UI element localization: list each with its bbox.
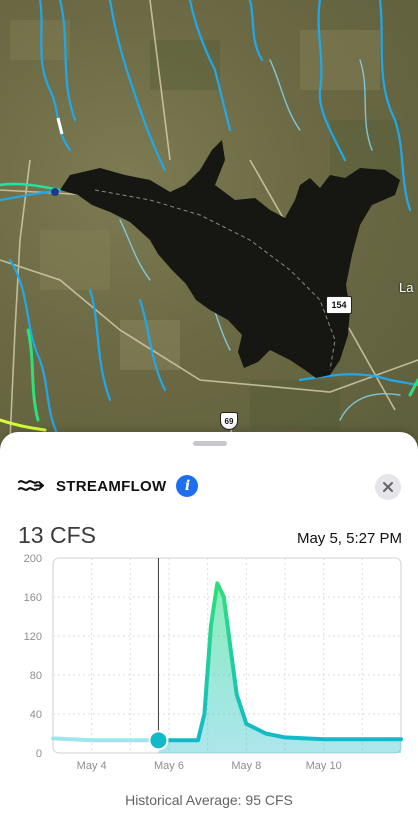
streamflow-icon (18, 480, 44, 491)
y-tick-label: 200 (24, 553, 42, 565)
panel-title: STREAMFLOW (56, 477, 167, 495)
satellite-map[interactable]: 154 69 La (0, 0, 418, 450)
y-axis-ticks: 0 40 80 120 160 200 (24, 553, 42, 760)
streamflow-chart[interactable]: 0 40 80 120 160 200 May 4 May 6 May 8 May 10 (0, 550, 418, 780)
y-tick-label: 80 (30, 670, 42, 682)
close-icon (383, 482, 393, 492)
map-layer (0, 0, 418, 450)
sheet-grabber[interactable] (193, 441, 227, 446)
panel-header: STREAMFLOW i (18, 474, 199, 498)
reading-timestamp: May 5, 5:27 PM (296, 530, 402, 547)
x-tick-label: May 8 (231, 760, 261, 772)
y-tick-label: 0 (36, 748, 42, 760)
x-tick-label: May 6 (154, 760, 184, 772)
x-tick-label: May 10 (306, 760, 342, 772)
y-tick-label: 40 (30, 709, 42, 721)
info-icon: i (184, 478, 191, 494)
map-marker (51, 188, 59, 196)
observed-flow-line (51, 736, 161, 743)
info-button[interactable]: i (176, 475, 199, 497)
map-place-label: La (399, 280, 414, 295)
streamflow-panel: STREAMFLOW i 13 CFS May 5, 5:27 PM 0 40 80… (0, 432, 418, 820)
close-button[interactable] (375, 474, 401, 500)
x-axis-ticks: May 4 May 6 May 8 May 10 (77, 760, 342, 772)
route-69-shield: 69 (220, 412, 238, 430)
current-flow-value: 13 CFS (18, 522, 96, 548)
current-value-dot (148, 730, 169, 751)
y-tick-label: 160 (24, 592, 42, 604)
historical-average: Historical Average: 95 CFS (125, 792, 293, 808)
route-154-shield: 154 (326, 296, 352, 314)
x-tick-label: May 4 (77, 760, 107, 772)
y-tick-label: 120 (24, 631, 42, 643)
map-road-highlight (56, 117, 64, 135)
reservoir (60, 140, 400, 378)
